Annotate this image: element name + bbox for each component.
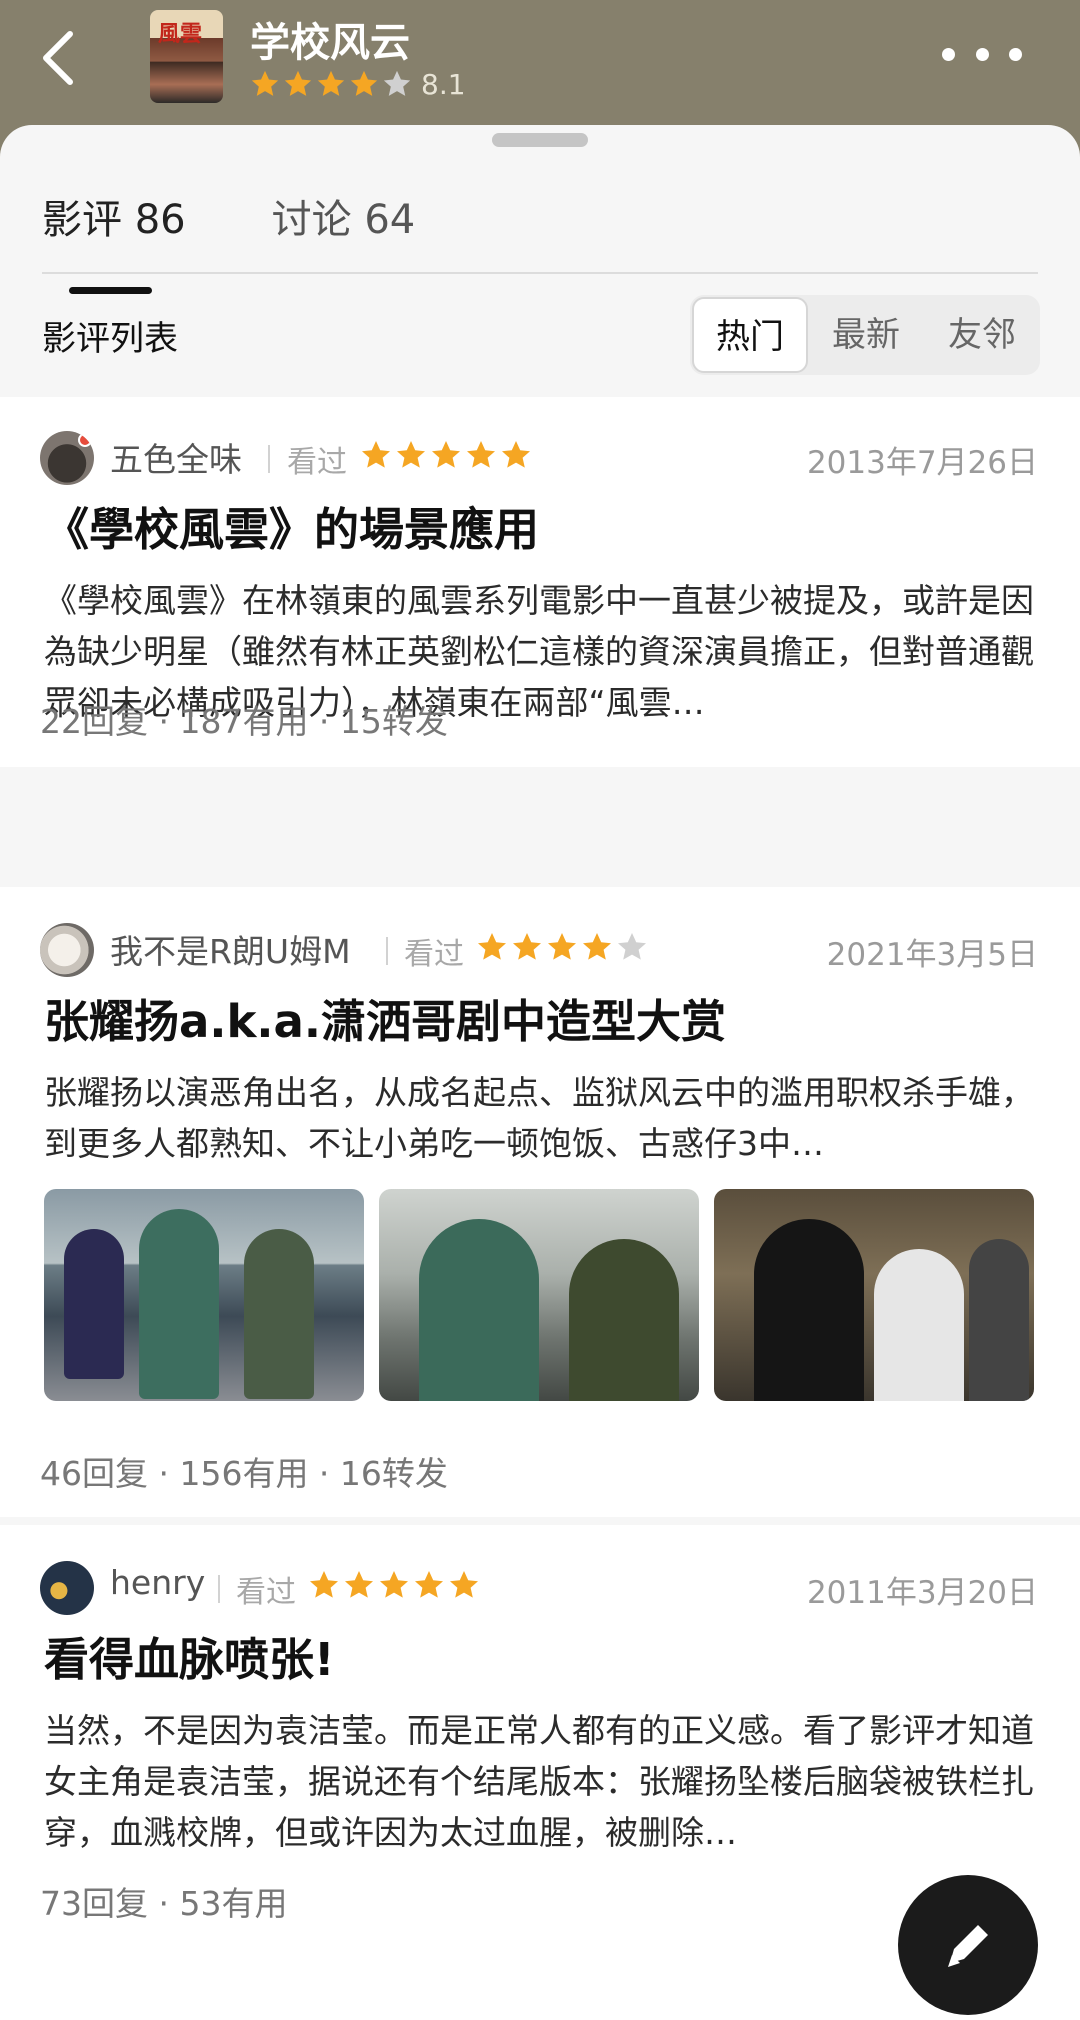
review-stats: 46回复 · 156有用 · 16转发 [40, 1454, 448, 1493]
star-icon [467, 441, 495, 468]
author-name[interactable]: henry [110, 1563, 205, 1602]
star-icon [415, 1571, 443, 1598]
review-title[interactable]: 看得血脉喷张! [44, 1623, 335, 1688]
tab-discussions-label: 讨论 64 [271, 197, 416, 243]
tab-bar: 影评 86 讨论 64 [42, 187, 501, 294]
star-icon [345, 1571, 373, 1598]
review-date: 2021年3月5日 [826, 937, 1038, 973]
star-icon [362, 441, 390, 468]
back-arrow-icon[interactable] [36, 28, 86, 88]
pencil-icon [948, 1925, 988, 1967]
sort-hot[interactable]: 热门 [692, 297, 808, 373]
review-stars [476, 931, 651, 963]
author-name[interactable]: 五色全味 [110, 433, 242, 481]
star-icon [513, 933, 541, 960]
rating-score: 8.1 [421, 67, 466, 101]
review-excerpt[interactable]: 当然，不是因为袁洁莹。而是正常人都有的正义感。看了影评才知道女主角是袁洁莹，据说… [44, 1705, 1034, 1858]
separator [268, 445, 270, 473]
star-icon [284, 70, 312, 96]
star-icon [450, 1571, 478, 1598]
drag-handle[interactable] [492, 133, 588, 147]
star-icon [251, 70, 279, 96]
star-icon [397, 441, 425, 468]
avatar[interactable] [40, 923, 94, 977]
review-title[interactable]: 张耀扬a.k.a.潇洒哥剧中造型大赏 [44, 985, 726, 1050]
sort-latest[interactable]: 最新 [808, 297, 924, 373]
star-icon [317, 70, 345, 96]
write-review-button[interactable] [898, 1875, 1038, 2015]
star-icon [502, 441, 530, 468]
star-icon [432, 441, 460, 468]
watched-status: 看过 [404, 937, 464, 972]
more-dots-icon[interactable] [942, 48, 1022, 62]
review-photo[interactable] [714, 1189, 1034, 1401]
watched-status: 看过 [236, 1575, 296, 1610]
review-card[interactable]: 我不是R朗U姆M 看过 2021年3月5日 张耀扬a.k.a.潇洒哥剧中造型大赏… [0, 887, 1080, 1517]
author-name[interactable]: 我不是R朗U姆M [110, 925, 351, 973]
review-stats: 73回复 · 53有用 [40, 1884, 288, 1923]
review-date: 2013年7月26日 [806, 445, 1038, 481]
tabs-divider [42, 272, 1038, 274]
movie-rating: 8.1 [250, 64, 466, 104]
star-icon [383, 70, 411, 96]
review-card[interactable]: 五色全味 看过 2013年7月26日 《學校風雲》的場景應用 《學校風雲》在林嶺… [0, 397, 1080, 767]
separator [386, 937, 388, 965]
avatar-badge [78, 433, 92, 447]
movie-title: 学校风云 [250, 20, 410, 66]
avatar[interactable] [40, 1561, 94, 1615]
review-stars [308, 1569, 483, 1601]
star-icon [583, 933, 611, 960]
star-icon [618, 933, 646, 960]
movie-poster[interactable]: 風雲 [150, 10, 223, 103]
rating-stars [250, 69, 415, 99]
review-list-label: 影评列表 [42, 319, 178, 359]
star-icon [310, 1571, 338, 1598]
tab-reviews-label: 影评 86 [42, 197, 186, 243]
review-stars [360, 439, 535, 471]
watched-status: 看过 [287, 445, 347, 480]
review-excerpt[interactable]: 张耀扬以演恶角出名，从成名起点、监狱风云中的滥用职权杀手雄，到更多人都熟知、不让… [44, 1067, 1034, 1169]
review-photos [44, 1189, 1049, 1401]
tab-discussions[interactable]: 讨论 64 [272, 187, 416, 267]
avatar[interactable] [40, 431, 94, 485]
poster-title: 風雲 [158, 22, 203, 47]
star-icon [548, 933, 576, 960]
tab-active-indicator [69, 287, 152, 294]
review-date: 2011年3月20日 [806, 1575, 1038, 1611]
reviews-sheet: 影评 86 讨论 64 影评列表 热门 最新 友邻 五色全味 看过 2013年7… [0, 125, 1080, 2020]
star-icon [350, 70, 378, 96]
star-icon [478, 933, 506, 960]
review-stats: 22回复 · 187有用 · 15转发 [40, 702, 448, 741]
tab-reviews[interactable]: 影评 86 [42, 187, 186, 294]
review-photo[interactable] [44, 1189, 364, 1401]
sort-segmented-control: 热门 最新 友邻 [690, 295, 1040, 375]
review-title[interactable]: 《學校風雲》的場景應用 [44, 493, 539, 558]
review-photo[interactable] [379, 1189, 699, 1401]
sort-friends[interactable]: 友邻 [924, 297, 1040, 373]
separator [218, 1575, 220, 1603]
star-icon [380, 1571, 408, 1598]
